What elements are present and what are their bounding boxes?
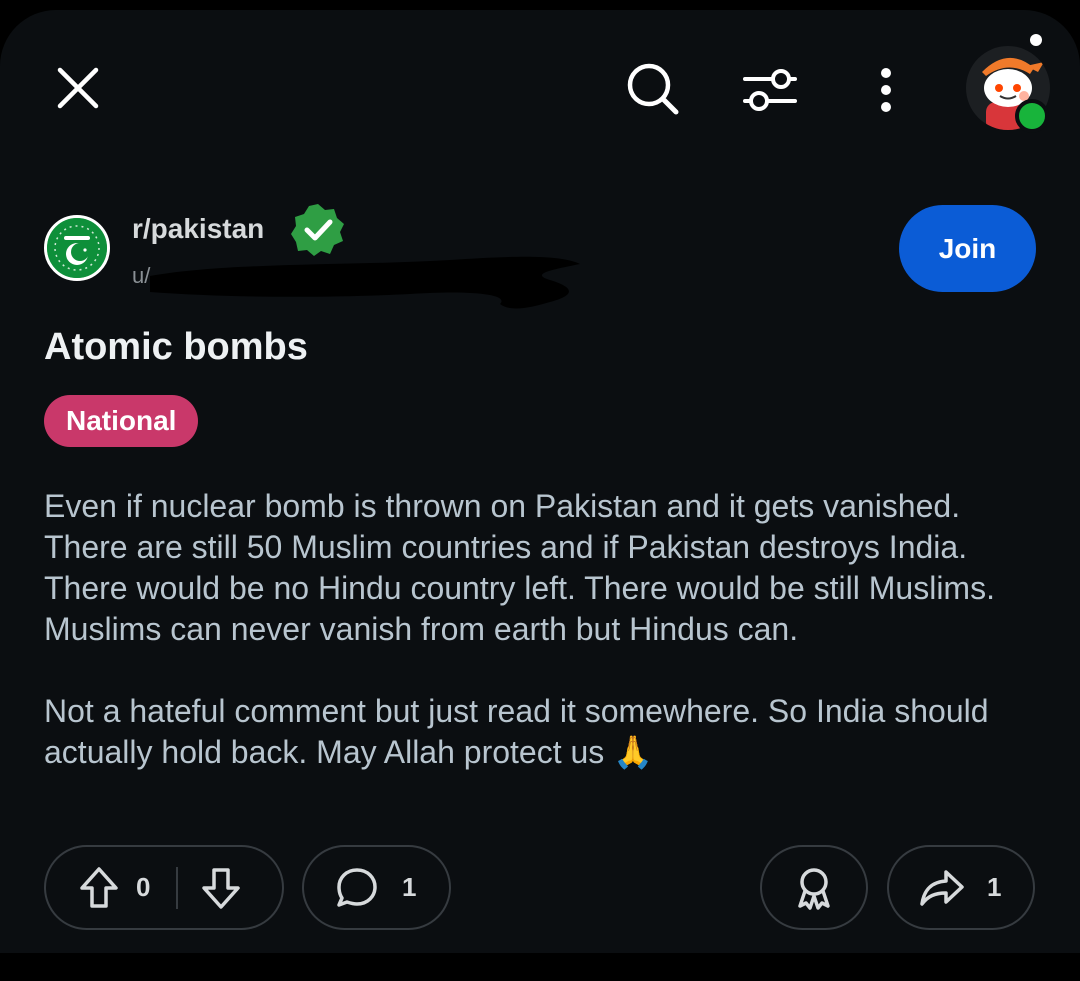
downvote-button[interactable] [200, 866, 242, 910]
award-button[interactable] [760, 845, 868, 930]
avatar-hat-pompom [1030, 34, 1042, 46]
comment-bubble-icon [337, 867, 377, 907]
close-icon [57, 67, 99, 109]
search-button[interactable] [622, 58, 684, 120]
upvote-button[interactable] [78, 866, 120, 910]
share-count: 1 [987, 872, 1002, 902]
join-button[interactable]: Join [899, 205, 1036, 292]
redaction-scribble [150, 246, 590, 325]
vote-bar: 0 [44, 845, 284, 930]
comments-button[interactable]: 1 [302, 845, 451, 930]
upvote-arrow-icon [80, 866, 118, 908]
share-button[interactable]: 1 [887, 845, 1035, 930]
filter-button[interactable] [738, 60, 802, 120]
search-icon [627, 63, 679, 115]
post-title[interactable]: Atomic bombs [44, 324, 308, 370]
post-flair[interactable]: National [44, 395, 199, 447]
user-avatar-button[interactable] [964, 30, 1070, 136]
subreddit-icon[interactable] [44, 215, 110, 281]
downvote-arrow-icon [202, 867, 241, 909]
subreddit-name[interactable]: r/pakistan [132, 211, 264, 247]
online-status-dot [1015, 99, 1049, 133]
share-arrow-icon [920, 869, 964, 906]
post-author[interactable]: u/ [132, 263, 150, 289]
more-options-button[interactable] [866, 60, 906, 120]
comment-count: 1 [402, 872, 417, 902]
pakistan-flag-icon [47, 218, 107, 278]
post-paragraph: Not a hateful comment but just read it s… [44, 693, 989, 770]
tune-icon [743, 69, 797, 111]
close-button[interactable] [50, 60, 106, 116]
post-paragraph: Even if nuclear bomb is thrown on Pakist… [44, 488, 995, 647]
post-body: Even if nuclear bomb is thrown on Pakist… [44, 486, 1004, 814]
vote-divider [176, 866, 179, 909]
award-icon [798, 867, 830, 910]
more-vertical-icon [881, 68, 891, 112]
vote-count: 0 [136, 872, 151, 902]
